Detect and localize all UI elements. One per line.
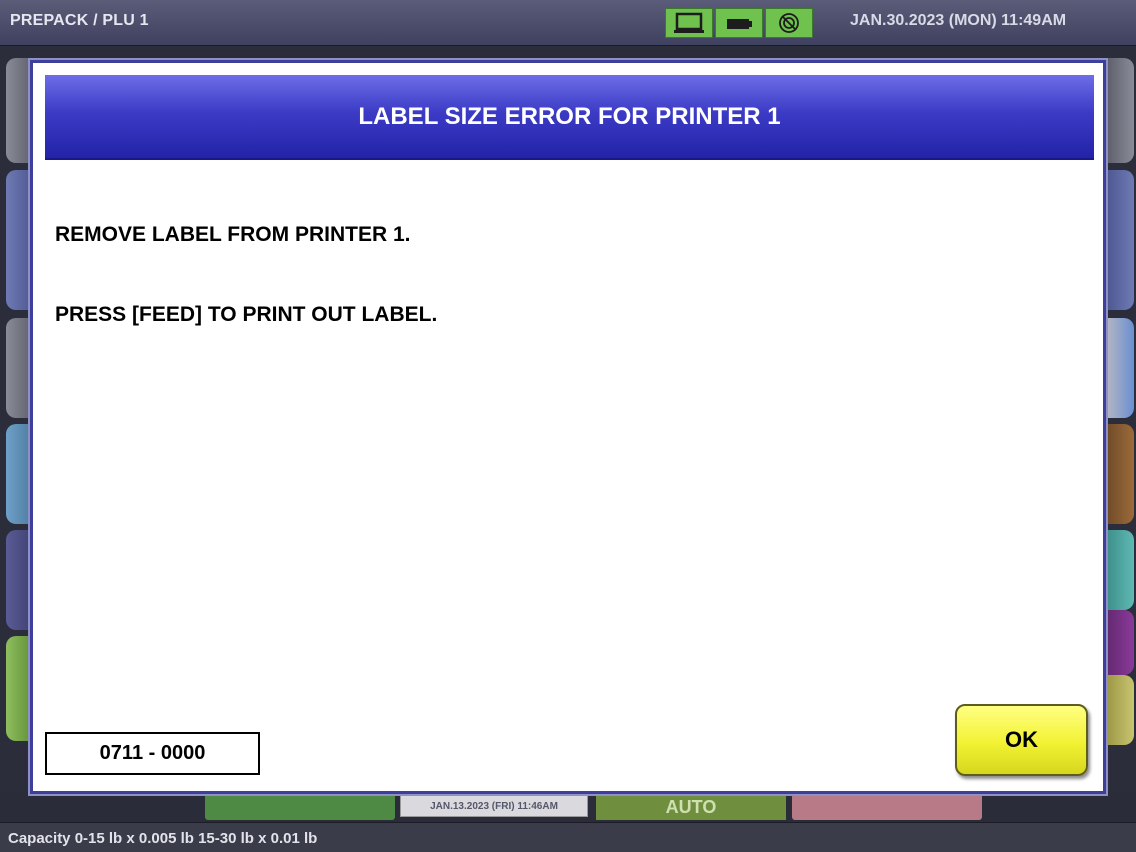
- error-code: 0711 - 0000: [99, 742, 206, 764]
- background-button: [1106, 170, 1134, 310]
- error-code-box: 0711 - 0000: [45, 732, 260, 775]
- date-time: JAN.30.2023 (MON) 11:49AM: [850, 12, 1067, 29]
- dialog-header: LABEL SIZE ERROR FOR PRINTER 1: [45, 75, 1094, 160]
- top-status-bar: PREPACK / PLU 1 JAN.30.2023 (MON) 11:49A…: [0, 0, 1136, 46]
- background-button: [1106, 58, 1134, 163]
- screen-title: PREPACK / PLU 1: [10, 12, 149, 29]
- background-button: [205, 794, 395, 820]
- dialog-title: LABEL SIZE ERROR FOR PRINTER 1: [358, 102, 781, 130]
- background-button: [792, 794, 982, 820]
- background-date: JAN.13.2023 (FRI) 11:46AM: [400, 795, 588, 817]
- ok-button-label: OK: [1005, 727, 1038, 752]
- capacity-bar: Capacity 0-15 lb x 0.005 lb 15-30 lb x 0…: [0, 822, 1136, 852]
- message-line-2: PRESS [FEED] TO PRINT OUT LABEL.: [55, 303, 438, 326]
- laptop-icon: [665, 8, 713, 38]
- ok-button[interactable]: OK: [955, 704, 1088, 776]
- background-auto-button: AUTO: [596, 794, 786, 820]
- battery-icon: [715, 8, 763, 38]
- message-line-1: REMOVE LABEL FROM PRINTER 1.: [55, 223, 411, 246]
- status-icons: [665, 8, 813, 38]
- background-button: [1106, 530, 1134, 610]
- error-dialog: LABEL SIZE ERROR FOR PRINTER 1 REMOVE LA…: [30, 60, 1106, 794]
- background-button: [1106, 424, 1134, 524]
- capacity-text: Capacity 0-15 lb x 0.005 lb 15-30 lb x 0…: [8, 830, 318, 847]
- background-button: [1106, 675, 1134, 745]
- background-button: [1106, 318, 1134, 418]
- network-icon: [765, 8, 813, 38]
- background-button: [1106, 610, 1134, 675]
